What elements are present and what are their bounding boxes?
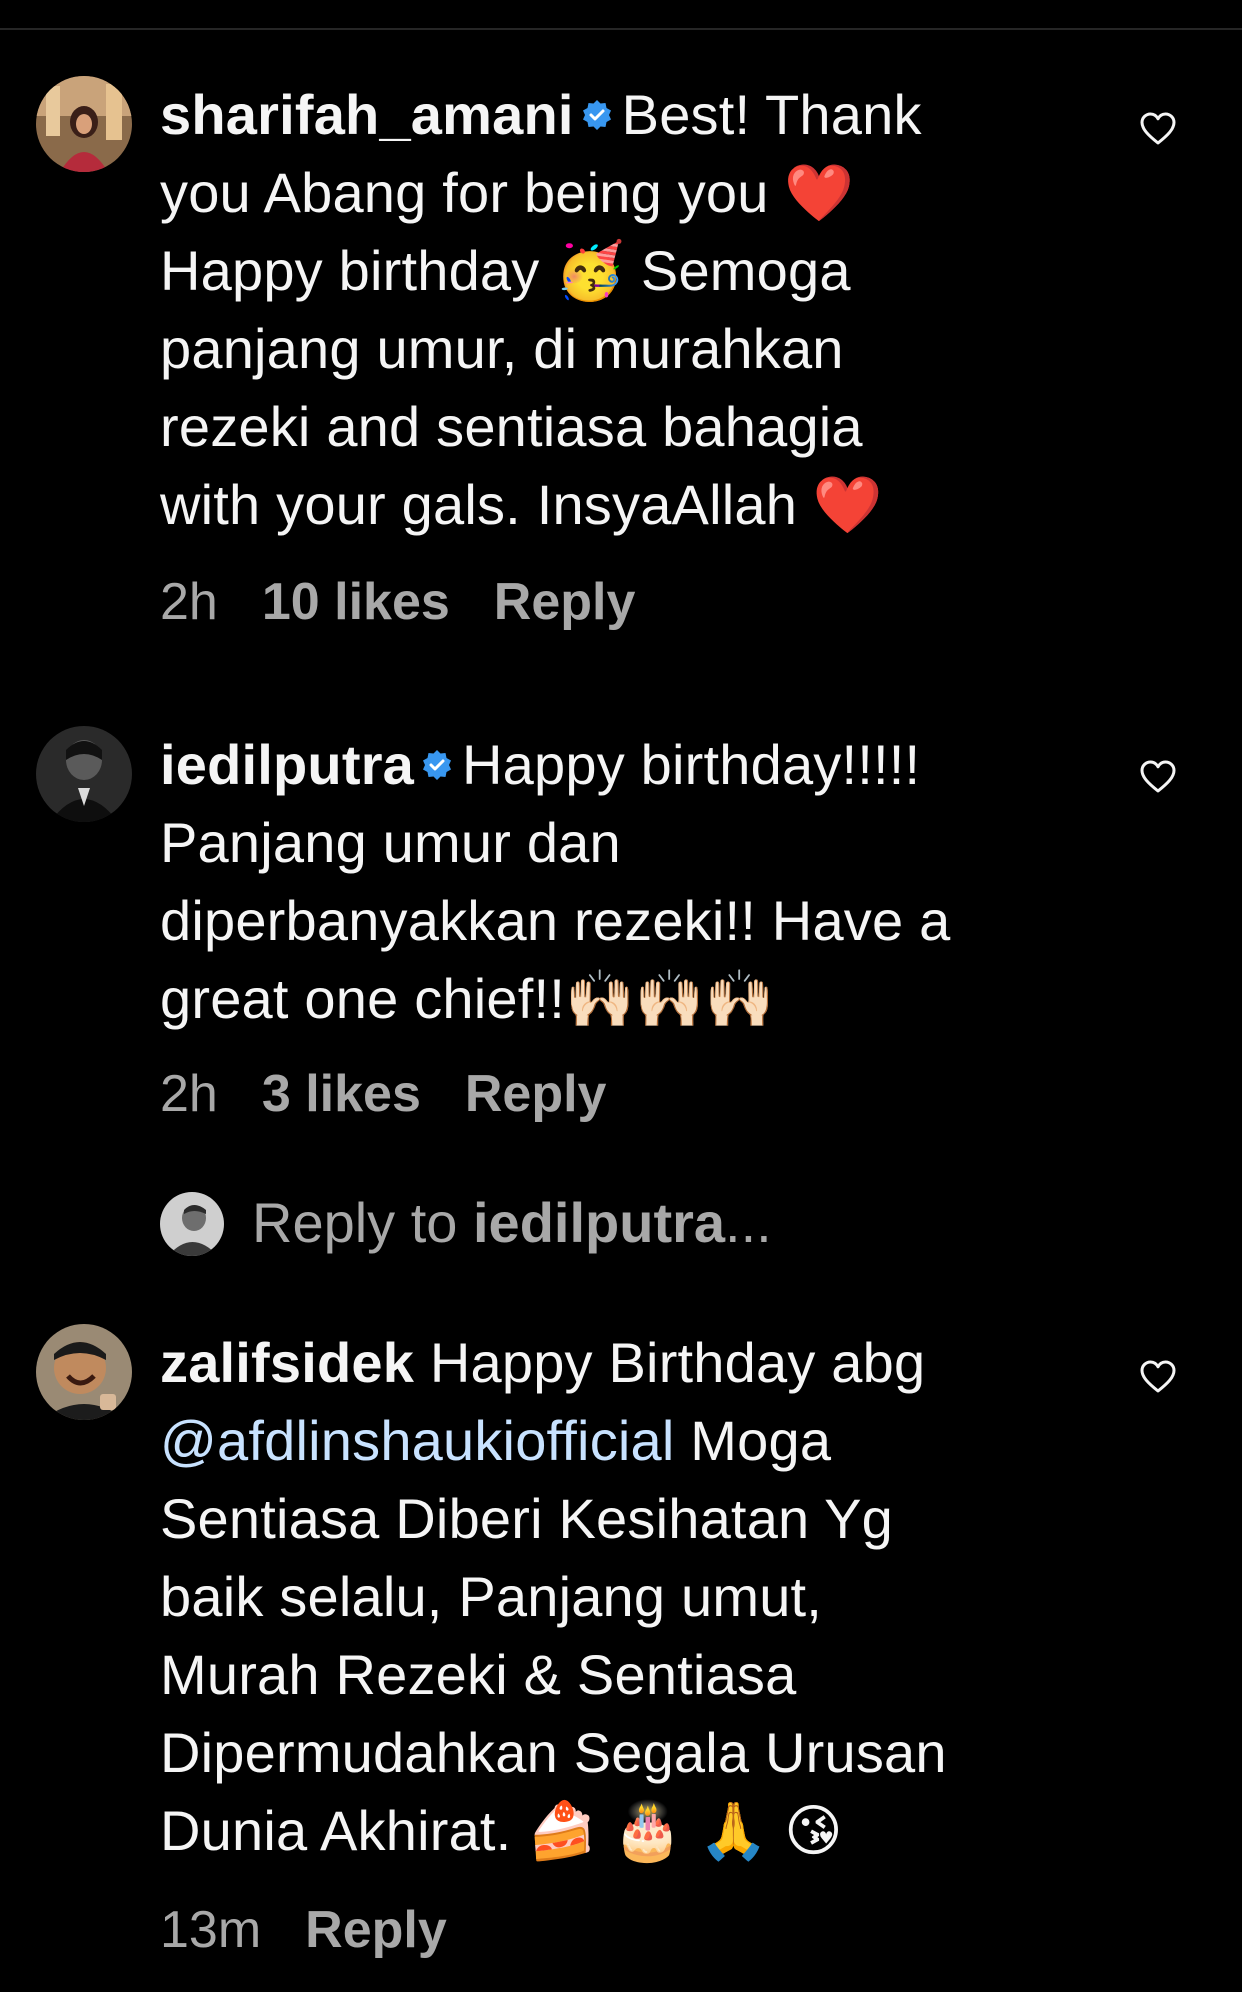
likes-count[interactable]: 10 likes <box>262 573 450 631</box>
comment-line: iedilputra Happy birthday!!!!! <box>160 726 1060 804</box>
username[interactable]: iedilputra <box>160 733 414 796</box>
comment-line: Dipermudahkan Segala Urusan <box>160 1721 947 1784</box>
comment-line: rezeki and sentiasa bahagia <box>160 395 863 458</box>
reply-button[interactable]: Reply <box>305 1901 447 1959</box>
mention-link[interactable]: @afdlinshaukiofficial <box>160 1409 675 1472</box>
heart-icon[interactable] <box>1140 760 1176 794</box>
username[interactable]: zalifsidek <box>160 1331 414 1394</box>
reply-to-suffix: ... <box>725 1191 772 1254</box>
comment-line: panjang umur, di murahkan <box>160 317 844 380</box>
verified-badge-icon <box>582 100 611 130</box>
avatar[interactable] <box>36 1324 132 1420</box>
likes-count[interactable]: 3 likes <box>262 1065 421 1123</box>
comment-line: zalifsidek Happy Birthday abg <box>160 1324 1060 1402</box>
avatar[interactable] <box>36 76 132 172</box>
comment-line: diperbanyakkan rezeki!! Have a <box>160 889 951 952</box>
verified-badge-icon <box>423 750 452 780</box>
comment-time: 2h <box>160 573 218 631</box>
avatar[interactable] <box>36 726 132 822</box>
top-divider <box>0 28 1242 30</box>
avatar <box>160 1192 224 1256</box>
comment-line: great one chief!!🙌🏻🙌🏻🙌🏻 <box>160 967 775 1030</box>
comment-time: 2h <box>160 1065 218 1123</box>
comment-line: baik selalu, Panjang umut, <box>160 1565 823 1628</box>
comment-line: @afdlinshaukiofficial Moga <box>160 1409 832 1472</box>
reply-button[interactable]: Reply <box>465 1065 607 1123</box>
comment-line: Sentiasa Diberi Kesihatan Yg <box>160 1487 894 1550</box>
comment-text: Best! Thank <box>621 83 922 146</box>
comment-line: Panjang umur dan <box>160 811 621 874</box>
comment-line: Dunia Akhirat. 🍰 🎂 🙏 😘 <box>160 1799 843 1862</box>
comment-time: 13m <box>160 1901 262 1959</box>
comment-line: you Abang for being you ❤️ <box>160 161 855 224</box>
comment-line: with your gals. InsyaAllah ❤️ <box>160 473 883 536</box>
comment-line: sharifah_amani Best! Thank <box>160 76 1060 154</box>
reply-to-prompt[interactable]: Reply to iedilputra... <box>160 1190 772 1256</box>
reply-to-username: iedilputra <box>473 1191 726 1254</box>
heart-icon[interactable] <box>1140 1360 1176 1394</box>
comment-line: Happy birthday 🥳 Semoga <box>160 239 851 302</box>
reply-button[interactable]: Reply <box>494 573 636 631</box>
heart-icon[interactable] <box>1140 112 1176 146</box>
reply-to-prefix: Reply to <box>252 1191 473 1254</box>
comment-line: Murah Rezeki & Sentiasa <box>160 1643 797 1706</box>
comment-text: Happy Birthday abg <box>429 1331 926 1394</box>
comment-text: Happy birthday!!!!! <box>462 733 921 796</box>
username[interactable]: sharifah_amani <box>160 83 574 146</box>
